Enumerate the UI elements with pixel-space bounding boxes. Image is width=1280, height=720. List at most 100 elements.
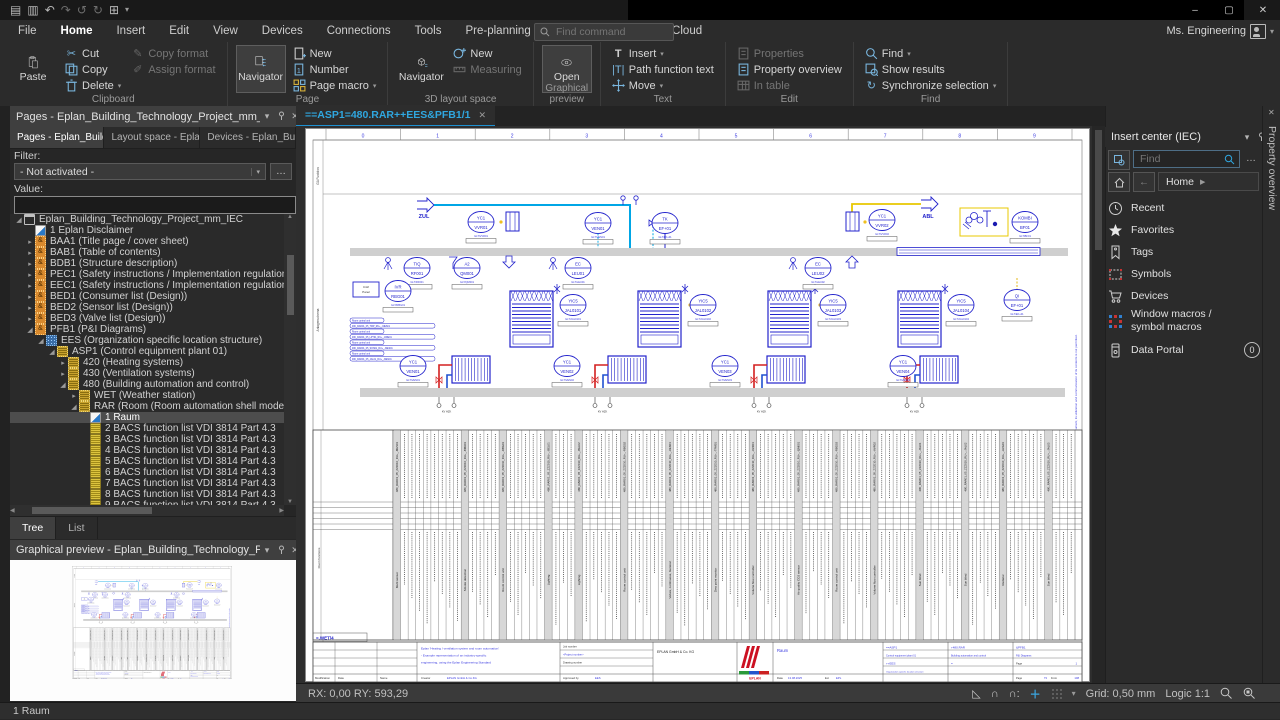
property-overview-button[interactable]: Property overview: [734, 62, 845, 77]
in-table-button[interactable]: In table: [734, 78, 845, 93]
tree-expander-icon[interactable]: ▸: [58, 370, 68, 378]
find-in-results-button[interactable]: [1108, 150, 1130, 170]
tree-item[interactable]: ◢ & PFB1 (P&I Diagrams): [10, 324, 284, 335]
tree-expander-icon[interactable]: ◢: [47, 348, 57, 356]
view-tab[interactable]: Tree: [10, 517, 56, 539]
filter-more-button[interactable]: …: [270, 163, 292, 180]
tree-item[interactable]: 8 BACS function list VDI 3814 Part 4.3: [10, 489, 284, 500]
tree-item[interactable]: ◢ 480 (Building automation and control): [10, 379, 284, 390]
panel-menu-icon[interactable]: ▾: [260, 111, 274, 122]
tree-item[interactable]: 1 Raum: [10, 412, 284, 423]
move-button[interactable]: Move▾: [609, 78, 717, 93]
close-button[interactable]: ✕: [1246, 0, 1280, 20]
menu-tab[interactable]: Edit: [157, 20, 201, 42]
menu-tab[interactable]: Tools: [403, 20, 454, 42]
close-icon[interactable]: ✕: [1268, 108, 1275, 117]
properties-button[interactable]: Properties: [734, 46, 845, 61]
more-button[interactable]: …: [1243, 150, 1259, 168]
tree-item[interactable]: ▸ 430 (Ventilation systems): [10, 368, 284, 379]
cut-button[interactable]: ✂Cut: [62, 46, 124, 61]
insert-item-tags[interactable]: Tags: [1108, 242, 1260, 262]
drawing-canvas[interactable]: 0123456789GA FunktionAnlagenschemaZULABL…: [296, 126, 1092, 683]
insert-item-window-macros[interactable]: Window macros / symbol macros: [1108, 306, 1260, 336]
document-tab[interactable]: ==ASP1=480.RAR++EES&PFB1/1 ✕: [296, 105, 495, 127]
tree-item[interactable]: ▸ & BED1 (Consumer list (Design)): [10, 291, 284, 302]
tree-item[interactable]: ▸ & EEC1 (Safety instructions / Implemen…: [10, 280, 284, 291]
tree-expander-icon[interactable]: ▸: [25, 282, 35, 290]
breadcrumb[interactable]: Home ▶: [1158, 172, 1259, 191]
filter-dropdown[interactable]: - Not activated - ▾: [14, 163, 266, 180]
tree-item[interactable]: ▸ & BED2 (Sensor list (Design)): [10, 302, 284, 313]
menu-tab[interactable]: File: [6, 20, 49, 42]
3d-new-button[interactable]: New: [450, 46, 524, 61]
synchronize-selection-button[interactable]: ↻Synchronize selection▾: [862, 78, 1000, 93]
assign-format-button[interactable]: ✐Assign format: [128, 62, 218, 77]
zoom-icon[interactable]: [1220, 687, 1233, 700]
tree-expander-icon[interactable]: ▸: [25, 315, 35, 323]
angle-snap-icon[interactable]: ◺: [972, 687, 980, 700]
object-snap-icon[interactable]: ∩: [991, 688, 999, 700]
menu-tab[interactable]: Pre-planning: [454, 20, 543, 42]
insert-item-recent[interactable]: Recent: [1108, 198, 1260, 218]
tree-expander-icon[interactable]: ▸: [25, 249, 35, 257]
chevron-down-icon[interactable]: ▾: [1072, 689, 1076, 698]
view-tab[interactable]: List: [56, 517, 97, 539]
tree-expander-icon[interactable]: ▸: [58, 359, 68, 367]
tree-item[interactable]: ▸ & BAA1 (Title page / cover sheet): [10, 236, 284, 247]
tree-item[interactable]: ▸ 420 (Heating systems): [10, 357, 284, 368]
3d-navigator-button[interactable]: Navigator: [396, 45, 446, 93]
menu-tab[interactable]: View: [201, 20, 250, 42]
graphical-preview-area[interactable]: 0123456789GA FunktionAnlagenschemaZULABL…: [10, 560, 296, 701]
close-icon[interactable]: ✕: [478, 110, 486, 121]
find-button[interactable]: Find▾: [862, 46, 1000, 61]
panel-tab[interactable]: Layout space - Eplan_Bu...: [104, 127, 200, 148]
page-number-button[interactable]: 1Number: [290, 62, 380, 77]
tree-expander-icon[interactable]: ◢: [14, 216, 24, 224]
undo-list-icon[interactable]: ↺: [77, 1, 87, 19]
grid-toggle-icon[interactable]: [1051, 688, 1062, 699]
tree-item[interactable]: 3 BACS function list VDI 3814 Part 4.3: [10, 434, 284, 445]
delete-button[interactable]: Delete▾: [62, 78, 124, 93]
tree-expander-icon[interactable]: ▸: [25, 304, 35, 312]
panel-menu-icon[interactable]: ▾: [260, 545, 274, 556]
tree-expander-icon[interactable]: ▸: [69, 392, 79, 400]
tree-item[interactable]: ▸ WET (Weather station): [10, 390, 284, 401]
tree-expander-icon[interactable]: ▸: [25, 293, 35, 301]
tree-item[interactable]: 5 BACS function list VDI 3814 Part 4.3: [10, 456, 284, 467]
tree-expander-icon[interactable]: ▸: [25, 238, 35, 246]
menu-tab[interactable]: Insert: [104, 20, 157, 42]
panel-tab[interactable]: Pages - Eplan_Building_...: [10, 127, 104, 148]
back-button[interactable]: ←: [1133, 172, 1155, 192]
tree-expander-icon[interactable]: ▸: [25, 260, 35, 268]
insert-item-devices[interactable]: Devices: [1108, 286, 1260, 306]
minimize-button[interactable]: –: [1178, 0, 1212, 20]
frame-edit-icon[interactable]: ⊞: [109, 1, 119, 19]
tree-expander-icon[interactable]: ◢: [58, 381, 68, 389]
insert-item-favorites[interactable]: Favorites: [1108, 220, 1260, 240]
schematic-sheet[interactable]: 0123456789GA FunktionAnlagenschemaZULABL…: [305, 128, 1090, 682]
insert-item-data-portal[interactable]: Data Portal 0: [1108, 340, 1260, 360]
undo-icon[interactable]: ↶: [45, 1, 55, 19]
tree-item[interactable]: 4 BACS function list VDI 3814 Part 4.3: [10, 445, 284, 456]
paste-button[interactable]: Paste: [8, 45, 58, 93]
menu-tab[interactable]: Home: [49, 20, 105, 42]
redo-list-icon[interactable]: ↻: [93, 1, 103, 19]
new-page-icon[interactable]: ▤: [10, 1, 21, 19]
show-results-button[interactable]: Show results: [862, 62, 1000, 77]
tree-item[interactable]: ▸ & PEC1 (Safety instructions / Implemen…: [10, 269, 284, 280]
panel-tab[interactable]: Devices - Eplan_Building...: [200, 127, 296, 148]
measuring-button[interactable]: Measuring: [450, 62, 524, 77]
menu-tab[interactable]: Connections: [315, 20, 403, 42]
find-command-input[interactable]: [554, 25, 658, 39]
panel-menu-icon[interactable]: ▾: [1240, 132, 1254, 143]
tree-item[interactable]: 6 BACS function list VDI 3814 Part 4.3: [10, 467, 284, 478]
tree-item[interactable]: ▸ & BAB1 (Table of contents): [10, 247, 284, 258]
tree-item[interactable]: 2 BACS function list VDI 3814 Part 4.3: [10, 423, 284, 434]
tree-expander-icon[interactable]: ◢: [25, 326, 35, 334]
restore-button[interactable]: ▢: [1212, 0, 1246, 20]
design-mode-icon[interactable]: ∩:: [1009, 688, 1020, 700]
open-page-icon[interactable]: ▥: [27, 1, 38, 19]
menu-tab[interactable]: Devices: [250, 20, 315, 42]
tree-vertical-scrollbar[interactable]: ▲ ▼: [284, 214, 296, 505]
tree-horizontal-scrollbar[interactable]: ◀ ▶: [10, 505, 284, 516]
